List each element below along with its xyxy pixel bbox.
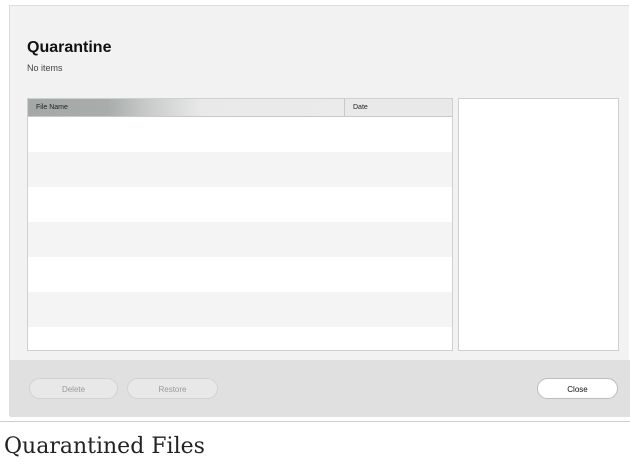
- empty-table-row: [28, 117, 452, 152]
- empty-table-row: [28, 292, 452, 327]
- empty-table-row: [28, 152, 452, 187]
- empty-table-row: [28, 327, 452, 350]
- dialog-title: Quarantine: [27, 39, 112, 56]
- file-preview-panel: [458, 98, 619, 351]
- table-body: [28, 117, 452, 350]
- figure-caption: Quarantined Files: [4, 434, 205, 459]
- table-header: File Name Date: [28, 99, 452, 117]
- item-count-label: No items: [27, 63, 63, 73]
- dialog-footer: Delete Restore Close: [10, 360, 630, 417]
- caption-divider: [0, 421, 630, 422]
- empty-table-row: [28, 187, 452, 222]
- column-header-date[interactable]: Date: [345, 99, 452, 116]
- quarantine-dialog: Quarantine No items File Name Date Delet…: [9, 5, 630, 417]
- empty-table-row: [28, 257, 452, 292]
- delete-button[interactable]: Delete: [29, 378, 118, 399]
- quarantine-file-table[interactable]: File Name Date: [27, 98, 453, 351]
- empty-table-row: [28, 222, 452, 257]
- column-header-file-name[interactable]: File Name: [28, 99, 345, 116]
- restore-button[interactable]: Restore: [127, 378, 218, 399]
- close-button[interactable]: Close: [537, 378, 618, 399]
